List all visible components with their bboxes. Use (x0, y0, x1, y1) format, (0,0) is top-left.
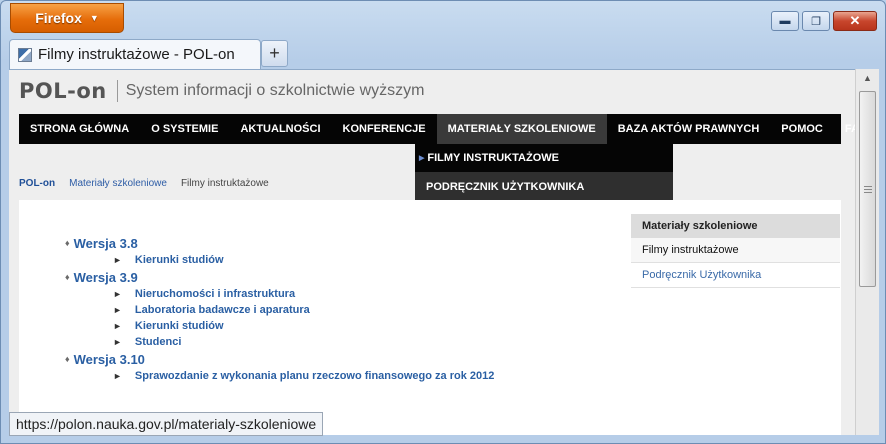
status-url: https://polon.nauka.gov.pl/materialy-szk… (9, 412, 324, 436)
nav-item-training-materials[interactable]: MATERIAŁY SZKOLENIOWE (436, 114, 607, 144)
browser-tab[interactable]: Filmy instruktażowe - POL-on (9, 39, 261, 69)
diamond-bullet-icon: ♦ (65, 238, 70, 248)
list-item-label: Nieruchomości i infrastruktura (134, 288, 296, 300)
triangle-right-icon: ► (113, 371, 122, 381)
nav-item-legal-acts[interactable]: BAZA AKTÓW PRAWNYCH (607, 114, 771, 144)
sidebar-item-videos[interactable]: Filmy instruktażowe (631, 238, 840, 263)
tab-title: Filmy instruktażowe - POL-on (38, 46, 235, 63)
minimize-icon: ▬ (779, 15, 791, 27)
version-title: Wersja 3.10 (73, 351, 145, 367)
window-controls: ▬ ❐ ✕ (771, 11, 877, 31)
dropdown-item-label: PODRĘCZNIK UŻYTKOWNIKA (426, 180, 585, 193)
diamond-bullet-icon: ♦ (65, 354, 70, 364)
nav-item-help[interactable]: POMOC (770, 114, 834, 144)
maximize-button[interactable]: ❐ (802, 11, 830, 31)
training-dropdown: ▶ FILMY INSTRUKTAŻOWE PODRĘCZNIK UŻYTKOW… (415, 144, 673, 201)
site-header: POL-on System informacji o szkolnictwie … (19, 78, 424, 104)
list-item[interactable]: ► Laboratoria badawcze i aparatura (65, 302, 494, 318)
dropdown-item-label: FILMY INSTRUKTAŻOWE (427, 152, 559, 164)
breadcrumb-current: Filmy instruktażowe (180, 178, 269, 189)
favicon-icon (18, 47, 32, 62)
nav-item-home[interactable]: STRONA GŁÓWNA (19, 114, 140, 144)
maximize-icon: ❐ (811, 15, 821, 28)
triangle-right-icon: ► (113, 305, 122, 315)
triangle-right-icon: ► (113, 289, 122, 299)
grip-icon (863, 185, 872, 193)
close-icon: ✕ (849, 13, 861, 28)
list-item[interactable]: ► Kierunki studiów (65, 318, 494, 334)
version-heading[interactable]: ♦ Wersja 3.10 (65, 350, 494, 368)
nav-item-news[interactable]: AKTUALNOŚCI (229, 114, 331, 144)
triangle-right-icon: ► (113, 321, 122, 331)
list-item[interactable]: ► Nieruchomości i infrastruktura (65, 286, 494, 302)
breadcrumb-section[interactable]: Materiały szkoleniowe (69, 178, 167, 189)
close-button[interactable]: ✕ (833, 11, 877, 31)
list-item-label: Kierunki studiów (134, 320, 224, 332)
version-heading[interactable]: ♦ Wersja 3.9 (65, 268, 494, 286)
list-item[interactable]: ► Studenci (65, 334, 494, 350)
version-title: Wersja 3.8 (73, 235, 138, 251)
dropdown-item-manual[interactable]: PODRĘCZNIK UŻYTKOWNIKA (415, 172, 673, 201)
scroll-up-icon[interactable]: ▲ (856, 69, 879, 87)
sidebar: Materiały szkoleniowe Filmy instruktażow… (631, 214, 840, 288)
firefox-menu-button[interactable]: Firefox ▼ (10, 3, 124, 33)
sidebar-heading: Materiały szkoleniowe (631, 214, 840, 238)
scrollbar-thumb[interactable] (859, 91, 876, 287)
version-heading[interactable]: ♦ Wersja 3.8 (65, 234, 494, 252)
dropdown-item-videos[interactable]: ▶ FILMY INSTRUKTAŻOWE (415, 144, 673, 172)
nav-item-faq[interactable]: FAQ (834, 114, 855, 144)
plus-icon: + (269, 43, 280, 63)
version-list: ♦ Wersja 3.8 ► Kierunki studiów ♦ Wersja… (65, 234, 494, 384)
browser-window: Firefox ▼ ▬ ❐ ✕ Filmy instruktażowe - PO… (0, 0, 886, 444)
list-item-label: Sprawozdanie z wykonania planu rzeczowo … (134, 370, 495, 382)
new-tab-button[interactable]: + (261, 40, 288, 67)
version-title: Wersja 3.9 (73, 269, 138, 285)
firefox-menu-label: Firefox (35, 10, 82, 26)
sidebar-item-manual[interactable]: Podręcznik Użytkownika (631, 263, 840, 288)
triangle-right-icon: ▶ (419, 155, 425, 162)
list-item[interactable]: ► Sprawozdanie z wykonania planu rzeczow… (65, 368, 494, 384)
nav-item-conferences[interactable]: KONFERENCJE (332, 114, 437, 144)
breadcrumb: POL-on Materiały szkoleniowe Filmy instr… (19, 178, 269, 189)
vertical-scrollbar[interactable]: ▲ (855, 69, 879, 435)
minimize-button[interactable]: ▬ (771, 11, 799, 31)
page-content: POL-on System informacji o szkolnictwie … (9, 70, 855, 435)
triangle-right-icon: ► (113, 337, 122, 347)
page-viewport: POL-on System informacji o szkolnictwie … (9, 69, 855, 435)
list-item-label: Kierunki studiów (134, 254, 224, 266)
nav-item-about[interactable]: O SYSTEMIE (140, 114, 229, 144)
breadcrumb-home[interactable]: POL-on (19, 178, 55, 189)
header-divider (116, 80, 118, 102)
list-item-label: Laboratoria badawcze i aparatura (134, 304, 310, 316)
site-logo[interactable]: POL-on (19, 79, 107, 103)
list-item[interactable]: ► Kierunki studiów (65, 252, 494, 268)
list-item-label: Studenci (134, 336, 182, 348)
triangle-right-icon: ► (113, 255, 122, 265)
main-panel: ♦ Wersja 3.8 ► Kierunki studiów ♦ Wersja… (19, 200, 841, 435)
chevron-down-icon: ▼ (89, 13, 99, 23)
main-nav: STRONA GŁÓWNA O SYSTEMIE AKTUALNOŚCI KON… (19, 114, 855, 144)
diamond-bullet-icon: ♦ (65, 272, 70, 282)
site-tagline: System informacji o szkolnictwie wyższym (125, 82, 425, 99)
